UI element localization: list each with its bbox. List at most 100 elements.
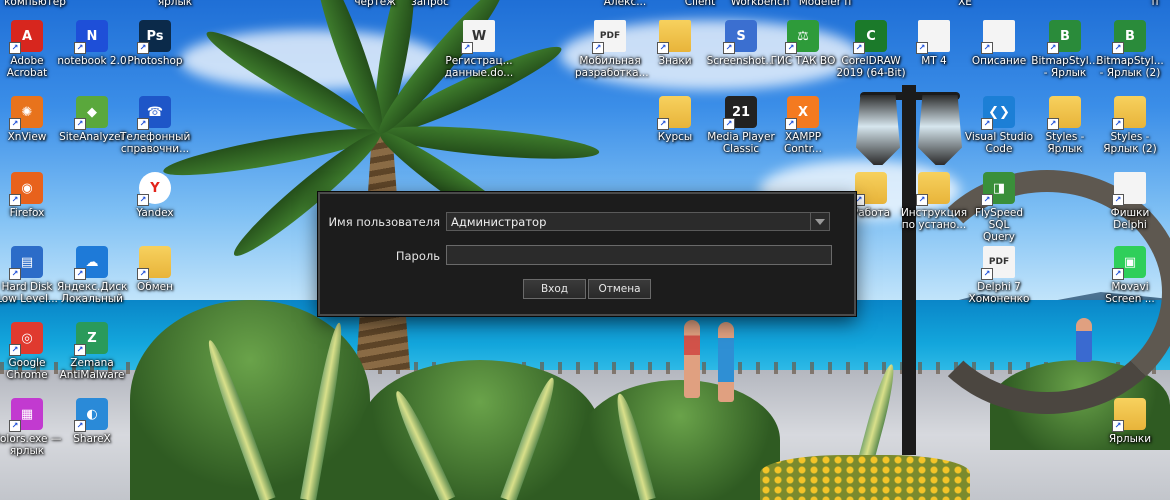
desktop-icon[interactable]: B ↗ BitmapStyl... - Ярлык [1030,20,1100,79]
desktop-icon[interactable]: ↗ Styles - Ярлык [1030,96,1100,155]
desktop-icon[interactable]: ↗ Описание [964,20,1034,67]
desktop-icon-label: Delphi 7 Хомоненко [968,281,1030,305]
shortcut-arrow-icon: ↗ [657,118,669,130]
desktop-icon[interactable]: Ps ↗ Photoshop [120,20,190,67]
shortcut-arrow-icon: ↗ [9,344,21,356]
desktop-icon-label: Visual Studio Code [964,131,1034,155]
document-icon: ↗ [1112,172,1146,206]
desktop-icon[interactable]: ☎ ↗ Телефонный справочни... [120,96,190,155]
desktop-icon-partial-label[interactable]: компьютер [0,0,70,8]
shortcut-arrow-icon: ↗ [9,118,21,130]
desktop-icon-label: SiteAnalyzer [59,131,125,143]
folder-icon: ↗ [1047,96,1081,130]
shortcut-arrow-icon: ↗ [74,42,86,54]
desktop-icon-label: Фишки Delphi [1110,207,1150,231]
desktop-icon[interactable]: W ↗ Регистрац... данные.do... [444,20,514,79]
desktop-icon-label: Adobe Acrobat [6,55,48,79]
desktop-icon[interactable]: ↗ Фишки Delphi [1095,172,1165,231]
desktop-icon[interactable]: A ↗ Adobe Acrobat [0,20,62,79]
desktop-icon-label: Zemana AntiMalware [59,357,125,381]
desktop-icon[interactable]: ◎ ↗ Google Chrome [0,322,62,381]
shortcut-arrow-icon: ↗ [137,118,149,130]
shortcut-arrow-icon: ↗ [9,268,21,280]
desktop-icon[interactable]: ↗ Курсы [640,96,710,143]
desktop-icon-label: BitmapStyl... - Ярлык (2) [1096,55,1164,79]
desktop-icon[interactable]: ⚖ ↗ ГИС ТАК ВО [768,20,838,67]
folder-icon: ↗ [657,20,691,54]
shortcut-arrow-icon: ↗ [1112,118,1124,130]
desktop-icon[interactable]: C ↗ CorelDRAW 2019 (64-Bit) [836,20,906,79]
pdf-document-icon: PDF ↗ [981,246,1015,280]
desktop-icon-partial-label[interactable]: Modeler п [790,0,860,8]
screenshot-icon: S ↗ [723,20,757,54]
desktop-icon[interactable]: ▣ ↗ Movavi Screen ... [1095,246,1165,305]
desktop-icon[interactable]: ▦↗Colors.exe — ярлык [0,398,62,457]
desktop-icon[interactable]: ✺ ↗ XnView [0,96,62,143]
desktop-icon[interactable]: ↗ Ярлыки [1095,398,1165,445]
username-value: Администратор [451,215,547,229]
desktop-icon[interactable]: ↗ Знаки [640,20,710,67]
desktop-icon-label: запрос [411,0,449,8]
login-button[interactable]: Вход [523,279,586,299]
photoshop-icon: Ps ↗ [137,20,171,54]
shortcut-arrow-icon: ↗ [981,268,993,280]
desktop-icon[interactable]: N ↗ notebook 2.0 [57,20,127,67]
shortcut-arrow-icon: ↗ [9,420,21,432]
coreldraw-icon: C ↗ [853,20,887,54]
shortcut-arrow-icon: ↗ [137,194,149,206]
desktop-icon[interactable]: PDF ↗ Delphi 7 Хомоненко [964,246,1034,305]
gis-icon: ⚖ ↗ [785,20,819,54]
chevron-down-icon[interactable] [810,213,829,230]
media-player-icon: 21 ↗ [723,96,757,130]
desktop-icon[interactable]: ◨ ↗ FlySpeed SQL Query [964,172,1034,243]
desktop-icon-label: ГИС ТАК ВО [770,55,836,67]
desktop-icon-label: Инструкция по устано... [900,207,968,231]
desktop-icon-partial-label[interactable]: Workbench [725,0,795,8]
desktop-icon-label: BitmapStyl... - Ярлык [1031,55,1099,79]
desktop-icon[interactable]: ◆ ↗ SiteAnalyzer [57,96,127,143]
desktop-icon-partial-label[interactable]: п [1120,0,1170,8]
username-dropdown[interactable]: Администратор [446,212,830,231]
desktop-icon-label: Firefox [9,207,45,219]
folder-icon: ↗ [916,172,950,206]
shortcut-arrow-icon: ↗ [785,118,797,130]
password-label: Пароль [395,249,440,263]
desktop-icon[interactable]: ↗ Инструкция по устано... [899,172,969,231]
shortcut-arrow-icon: ↗ [74,344,86,356]
shortcut-arrow-icon: ↗ [137,42,149,54]
desktop-icon-label: Описание [971,55,1027,67]
desktop-icon-partial-label[interactable]: ярлык [140,0,210,8]
desktop-icon[interactable]: ↗ Styles - Ярлык (2) [1095,96,1165,155]
desktop-icon-label: Workbench [730,0,790,8]
desktop-icon-partial-label[interactable]: XE [930,0,1000,8]
desktop-icon-partial-label[interactable]: запрос [395,0,465,8]
password-field[interactable] [446,245,832,265]
desktop-icon[interactable]: Y ↗ Yandex [120,172,190,219]
desktop-icon[interactable]: ▤↗Hard Disk Low Level... [0,246,62,305]
desktop-icon[interactable]: B ↗ BitmapStyl... - Ярлык (2) [1095,20,1165,79]
desktop-icon[interactable]: S ↗ Screenshot... [706,20,776,67]
shortcut-arrow-icon: ↗ [137,268,149,280]
pdf-document-icon: PDF ↗ [592,20,626,54]
chrome-icon: ◎ ↗ [9,322,43,356]
desktop-icon-label: XE [958,0,972,8]
desktop-icon[interactable]: Z ↗ Zemana AntiMalware [57,322,127,381]
desktop-icon[interactable]: ❮❯ ↗ Visual Studio Code [964,96,1034,155]
cancel-button[interactable]: Отмена [588,279,651,299]
desktop-icon[interactable]: ↗ Обмен [120,246,190,293]
desktop-icon[interactable]: 21 ↗ Media Player Classic [706,96,776,155]
desktop-icon-partial-label[interactable]: Алекс... [590,0,660,8]
shortcut-arrow-icon: ↗ [461,42,473,54]
bitmapstyle-icon: B ↗ [1112,20,1146,54]
hard-disk-icon: ▤ ↗ [9,246,43,280]
desktop-icon[interactable]: ↗ МТ 4 [899,20,969,67]
desktop-icon[interactable]: ◉ ↗ Firefox [0,172,62,219]
desktop-icon[interactable]: X ↗ XAMPP Contr... [768,96,838,155]
shortcut-arrow-icon: ↗ [916,42,928,54]
desktop-icon[interactable]: PDF ↗ Мобильная разработка... [575,20,649,79]
movavi-icon: ▣ ↗ [1112,246,1146,280]
desktop-icon[interactable]: ◐ ↗ ShareX [57,398,127,445]
desktop-icon[interactable]: ☁ ↗ Яндекс.Диск Локальный [57,246,127,305]
siteanalyzer-icon: ◆ ↗ [74,96,108,130]
desktop-icon-label: Телефонный справочни... [120,131,191,155]
